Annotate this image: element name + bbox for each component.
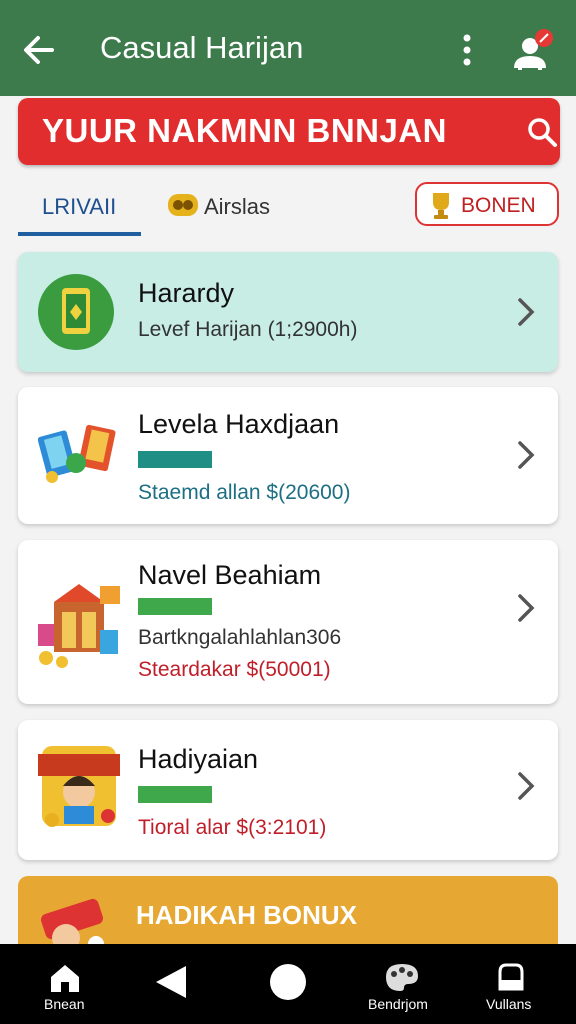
progress-bar	[138, 598, 212, 615]
character-badge-icon	[38, 746, 120, 827]
card-price: Tioral alar $(3:2101)	[138, 816, 327, 839]
card-subtitle: Bartkngalahlahlan306	[138, 626, 342, 649]
cards-icon	[38, 424, 116, 483]
tab-bar: LRIVAII Airslas BONEN	[0, 176, 576, 236]
card-title: Harardy	[138, 278, 235, 308]
more-vert-icon[interactable]	[456, 32, 478, 68]
tab-lrivaii[interactable]: LRIVAII	[18, 176, 141, 236]
level-card-4[interactable]: Hadiyaian Tioral alar $(3:2101)	[18, 720, 558, 860]
home-circle-icon[interactable]	[268, 962, 308, 1002]
search-banner[interactable]: YUUR NAKMNN BNNJAN	[18, 98, 560, 165]
bottom-nav-bar: Bnean Bendrjom Vullans	[0, 944, 576, 1024]
profile-notification-icon[interactable]	[510, 28, 556, 72]
card-title: Hadiyaian	[138, 744, 259, 774]
phone-icon	[38, 274, 114, 350]
back-triangle-icon[interactable]	[152, 962, 192, 1002]
nav-home-label: Bnean	[44, 996, 85, 1012]
nav-profile[interactable]: Vullans	[478, 944, 548, 1024]
bag-icon	[498, 963, 524, 991]
nav-games[interactable]: Bendrjom	[360, 944, 450, 1024]
tab-airslas-label: Airslas	[204, 194, 271, 219]
coins-icon	[168, 194, 198, 216]
card-title: Levela Haxdjaan	[138, 409, 340, 439]
bonus-button-label: BONEN	[461, 194, 536, 217]
chevron-right-icon	[518, 594, 535, 622]
shop-icon	[38, 584, 120, 668]
tab-lrivaii-label: LRIVAII	[42, 194, 117, 219]
banner-text: YUUR NAKMNN BNNJAN	[42, 112, 447, 149]
bonus-card-text: HADIKAH BONUX	[136, 900, 357, 930]
bonus-button[interactable]: BONEN	[415, 182, 559, 226]
back-arrow-icon[interactable]	[22, 30, 56, 70]
nav-games-label: Bendrjom	[368, 996, 428, 1012]
card-title: Navel Beahiam	[138, 560, 322, 590]
home-icon	[51, 965, 79, 992]
nav-profile-label: Vullans	[486, 996, 532, 1012]
app-title: Casual Harijan	[100, 30, 304, 65]
chevron-right-icon	[518, 772, 535, 800]
chevron-right-icon	[518, 298, 535, 326]
level-card-3[interactable]: Navel Beahiam Bartkngalahlahlan306 Stear…	[18, 540, 558, 704]
trophy-icon	[433, 193, 449, 219]
level-card-1[interactable]: Harardy Levef Harijan (1;2900h)	[18, 252, 558, 372]
chevron-right-icon	[518, 441, 535, 469]
card-price: Steardakar $(50001)	[138, 658, 331, 681]
progress-bar	[138, 451, 212, 468]
progress-bar	[138, 786, 212, 803]
nav-home[interactable]: Bnean	[30, 944, 100, 1024]
app-bar: Casual Harijan	[0, 0, 576, 96]
card-price: Staemd allan $(20600)	[138, 481, 351, 504]
card-subtitle: Levef Harijan (1;2900h)	[138, 318, 358, 341]
search-icon[interactable]	[526, 116, 558, 148]
palette-icon	[386, 964, 418, 991]
level-card-2[interactable]: Levela Haxdjaan Staemd allan $(20600)	[18, 387, 558, 524]
